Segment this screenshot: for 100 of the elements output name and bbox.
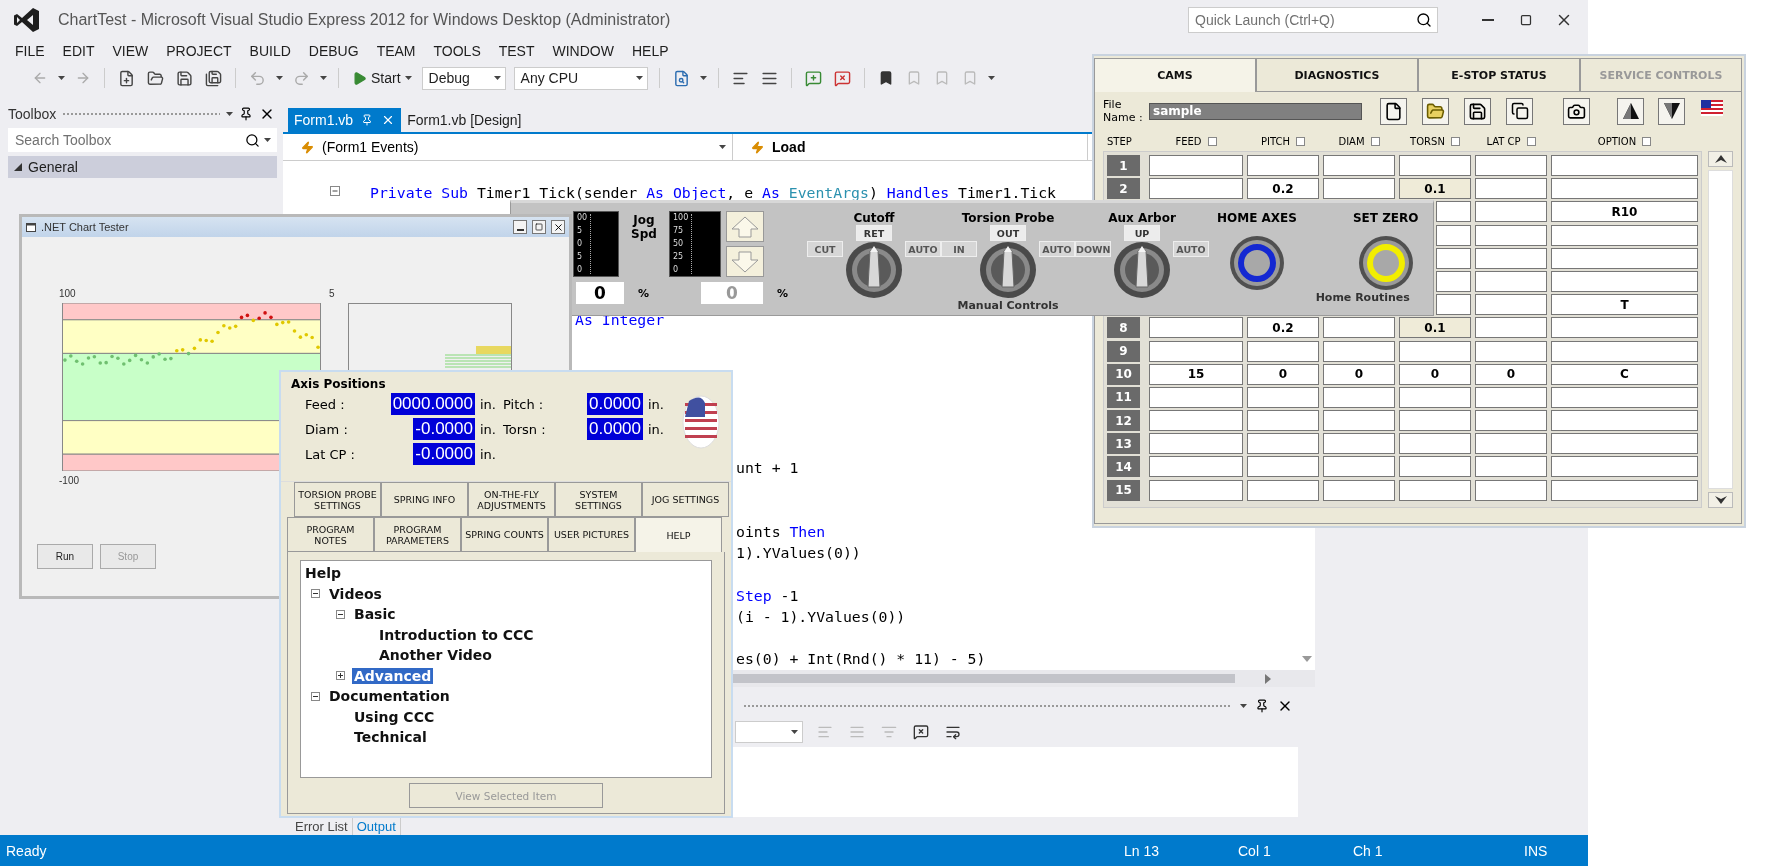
scroll-down-button[interactable] (1708, 491, 1733, 508)
form-button[interactable]: Run (37, 544, 93, 569)
table-cell[interactable]: 0 (1323, 363, 1395, 385)
scrollbar-track[interactable] (1708, 170, 1733, 489)
checkbox[interactable] (1450, 137, 1460, 146)
table-cell[interactable]: T (1551, 294, 1698, 316)
table-cell[interactable] (1436, 247, 1471, 269)
tree-item[interactable]: Videos (327, 585, 384, 602)
table-cell[interactable] (1149, 155, 1243, 176)
close-button[interactable] (551, 220, 565, 234)
file-name-field[interactable]: sample (1149, 102, 1362, 120)
checkbox[interactable] (1296, 137, 1305, 146)
table-cell[interactable]: 0 (1247, 363, 1319, 385)
table-cell[interactable]: 0.1 (1399, 317, 1471, 339)
tab[interactable]: SYSTEM SETTINGS (555, 482, 642, 517)
jog-up-button[interactable] (726, 211, 764, 242)
tab[interactable]: SPRING INFO (381, 482, 468, 517)
table-cell[interactable] (1475, 294, 1547, 316)
scrollbar-thumb[interactable] (733, 674, 1235, 683)
table-cell[interactable] (1323, 479, 1395, 501)
tree-item[interactable]: Using CCC (352, 708, 437, 725)
tab[interactable]: E-STOP STATUS (1418, 58, 1580, 92)
table-cell[interactable] (1149, 317, 1243, 339)
move-up-button[interactable] (1617, 97, 1644, 125)
position-button[interactable]: AUTO (1039, 241, 1075, 257)
jog-down-button[interactable] (726, 246, 764, 277)
caret-icon[interactable] (1240, 704, 1247, 708)
tree-item[interactable]: Help (303, 565, 344, 582)
table-cell[interactable] (1551, 317, 1698, 339)
menu-item[interactable]: VIEW (103, 40, 158, 62)
table-cell[interactable] (1551, 410, 1698, 432)
tab[interactable]: TORSION PROBE SETTINGS (294, 482, 381, 517)
tab[interactable]: HELP (635, 517, 722, 552)
table-cell[interactable] (1551, 247, 1698, 269)
table-cell[interactable] (1475, 410, 1547, 432)
table-cell[interactable] (1475, 155, 1547, 176)
table-cell[interactable] (1323, 410, 1395, 432)
round-push-button[interactable] (1228, 235, 1285, 291)
table-cell[interactable] (1399, 155, 1471, 176)
caret-icon[interactable] (226, 112, 233, 116)
scroll-right-icon[interactable] (1265, 673, 1271, 684)
menu-item[interactable]: WINDOW (543, 40, 623, 62)
table-cell[interactable]: 0.1 (1399, 178, 1471, 200)
table-cell[interactable] (1475, 479, 1547, 501)
table-cell[interactable] (1247, 340, 1319, 362)
table-cell[interactable] (1247, 456, 1319, 478)
table-cell[interactable] (1551, 270, 1698, 292)
position-button[interactable]: AUTO (1173, 241, 1209, 257)
save-button[interactable] (1464, 97, 1491, 125)
table-cell[interactable] (1399, 386, 1471, 408)
tab[interactable]: JOG SETTINGS (642, 482, 729, 517)
table-cell[interactable] (1475, 317, 1547, 339)
table-cell[interactable] (1475, 433, 1547, 455)
document-tab[interactable]: Form1.vb (288, 108, 402, 132)
collapse-icon[interactable] (311, 589, 320, 599)
tree-item[interactable]: Documentation (327, 688, 452, 705)
table-cell[interactable] (1475, 340, 1547, 362)
checkbox[interactable] (1526, 137, 1536, 146)
tree-item[interactable]: Technical (352, 729, 429, 746)
table-cell[interactable] (1551, 386, 1698, 408)
table-cell[interactable] (1551, 155, 1698, 176)
table-cell[interactable] (1149, 479, 1243, 501)
table-cell[interactable] (1551, 224, 1698, 246)
value-field[interactable]: 0 (576, 282, 624, 304)
quick-launch-field[interactable]: Quick Launch (Ctrl+Q) (1188, 7, 1438, 33)
minimize-button[interactable] (513, 220, 527, 234)
table-cell[interactable] (1551, 456, 1698, 478)
table-cell[interactable] (1247, 386, 1319, 408)
tab[interactable]: USER PICTURES (548, 517, 635, 552)
table-cell[interactable] (1475, 178, 1547, 200)
table-cell[interactable] (1436, 294, 1471, 316)
tab[interactable]: PROGRAM NOTES (287, 517, 374, 552)
table-cell[interactable]: 0.2 (1247, 317, 1319, 339)
table-cell[interactable] (1323, 433, 1395, 455)
position-button[interactable]: OUT (990, 225, 1026, 241)
position-button[interactable]: CUT (807, 241, 843, 257)
menu-item[interactable]: TEAM (367, 40, 425, 62)
document-tab[interactable]: Form1.vb [Design] (401, 108, 528, 132)
table-cell[interactable] (1247, 433, 1319, 455)
open-folder-button[interactable] (1422, 97, 1449, 125)
method-dropdown[interactable]: Load (733, 134, 1088, 160)
move-down-button[interactable] (1658, 97, 1685, 125)
tab[interactable]: PROGRAM PARAMETERS (374, 517, 461, 552)
table-cell[interactable] (1323, 386, 1395, 408)
table-cell[interactable] (1475, 386, 1547, 408)
collapse-icon[interactable] (311, 691, 320, 701)
table-cell[interactable]: C (1551, 363, 1698, 385)
tab[interactable]: DIAGNOSTICS (1256, 58, 1418, 92)
menu-item[interactable]: DEBUG (299, 40, 368, 62)
configuration-dropdown[interactable]: Debug (421, 66, 506, 90)
rotary-switch[interactable] (979, 241, 1037, 299)
scroll-down-icon[interactable] (1301, 656, 1312, 662)
checkbox[interactable] (1207, 137, 1217, 146)
position-button[interactable]: IN (941, 241, 977, 257)
menu-item[interactable]: TEST (489, 40, 544, 62)
new-file-button[interactable] (1380, 97, 1407, 125)
table-cell[interactable] (1323, 340, 1395, 362)
position-button[interactable]: UP (1124, 225, 1160, 241)
table-cell[interactable]: 15 (1149, 363, 1243, 385)
platform-dropdown[interactable]: Any CPU (513, 66, 648, 90)
